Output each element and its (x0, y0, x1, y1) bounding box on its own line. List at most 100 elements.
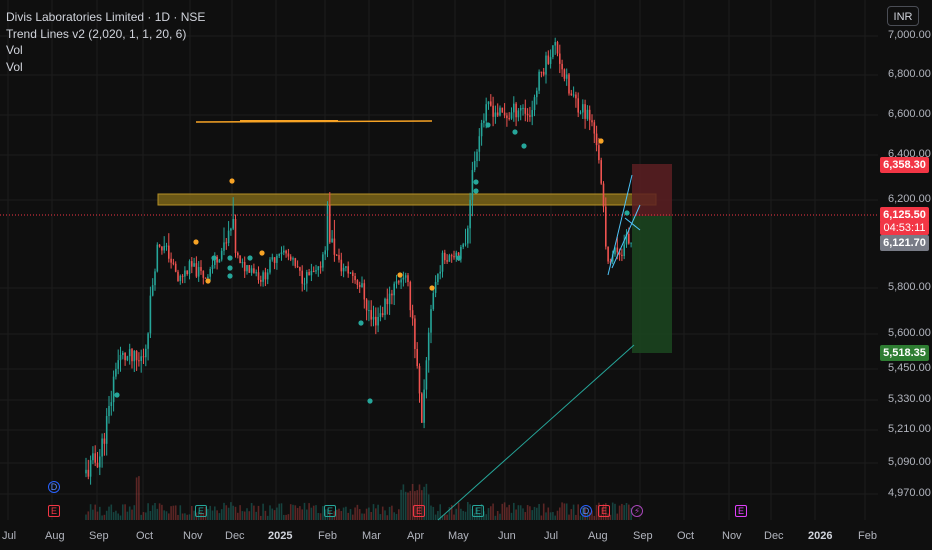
candle-body (191, 261, 193, 267)
volume-bar (280, 503, 283, 520)
candle-body (519, 107, 522, 111)
x-axis-label: Sep (89, 530, 109, 542)
volume-bar (250, 503, 253, 520)
candle-body (241, 262, 244, 264)
signal-dot (227, 255, 233, 261)
candle-body (285, 250, 287, 254)
volume-bar (264, 510, 267, 520)
candle-body (462, 244, 464, 247)
candle-body (427, 332, 430, 361)
candle-body (345, 266, 347, 268)
symbol-title[interactable]: Divis Laboratories Limited · 1D · NSE (6, 9, 205, 26)
candle-body (441, 252, 444, 272)
candle-body (262, 272, 264, 282)
candle-body (607, 246, 609, 262)
signal-dot (521, 143, 527, 149)
volume-bar (262, 503, 264, 520)
candle-body (340, 259, 343, 272)
volume-bar (487, 508, 490, 520)
candle-body (101, 438, 103, 457)
volume-bar (552, 512, 554, 520)
candle-body (331, 238, 333, 243)
candle-body (257, 272, 260, 280)
candle-body (377, 316, 379, 326)
volume-bar (303, 502, 306, 520)
candle-body (588, 109, 591, 121)
volume-bar (391, 505, 393, 520)
volume-bar (565, 503, 568, 520)
candle-body (506, 115, 508, 119)
candle-body (319, 266, 322, 268)
candle-body (306, 272, 308, 284)
profit-target-zone (632, 216, 672, 353)
candle-body (579, 112, 582, 114)
candle-body (126, 356, 129, 361)
volume-bar (395, 513, 398, 520)
earnings-marker[interactable]: E (598, 505, 610, 517)
volume-bar (142, 512, 145, 520)
volume-bar (317, 512, 320, 520)
volume-bar (522, 508, 524, 520)
candle-body (239, 255, 241, 264)
dividend-marker[interactable]: D (580, 505, 592, 517)
earnings-marker[interactable]: E (324, 505, 336, 517)
volume-bar (335, 509, 338, 520)
volume-bar (85, 514, 87, 520)
candle-body (179, 275, 182, 282)
indicator-label[interactable]: Trend Lines v2 (2,020, 1, 1, 20, 6) (6, 26, 205, 43)
currency-button[interactable]: INR (887, 6, 919, 26)
volume-bar (381, 506, 384, 520)
volume-label-2[interactable]: Vol (6, 59, 205, 76)
candle-body (184, 270, 186, 277)
candle-body (379, 313, 382, 317)
volume-bar (220, 509, 223, 520)
price-chart-canvas[interactable] (0, 0, 932, 550)
volume-label[interactable]: Vol (6, 42, 205, 59)
candle-body (409, 281, 412, 311)
volume-bar (276, 507, 278, 520)
candle-body (335, 254, 338, 256)
volume-bar (572, 504, 575, 520)
volume-bar (225, 505, 228, 520)
candle-body (404, 275, 407, 278)
volume-bar (506, 507, 508, 520)
candle-body (600, 160, 602, 184)
earnings-marker[interactable]: E (735, 505, 747, 517)
y-axis-label: 5,450.00 (888, 362, 931, 374)
volume-bar (285, 514, 287, 520)
volume-bar (89, 504, 92, 520)
volume-bar (135, 477, 138, 520)
volume-bar (540, 515, 543, 520)
volume-bar (352, 514, 354, 520)
volume-bar (365, 508, 368, 520)
volume-bar (526, 505, 529, 520)
x-axis-label: Apr (407, 530, 425, 542)
signal-dot (473, 179, 479, 185)
volume-bar (310, 507, 313, 520)
candle-body (207, 276, 209, 278)
candle-body (494, 112, 497, 117)
split-marker-icon[interactable]: ⚡ (631, 505, 643, 517)
x-axis-label: May (448, 530, 469, 542)
volume-bar (501, 503, 504, 520)
candle-body (253, 268, 255, 273)
x-axis-label: Sep (633, 530, 653, 542)
earnings-marker[interactable]: E (195, 505, 207, 517)
volume-bar (407, 492, 409, 520)
candle-body (303, 283, 306, 285)
volume-bar (230, 502, 232, 520)
earnings-marker[interactable]: E (472, 505, 484, 517)
stop-loss-zone (632, 164, 672, 216)
candle-body (115, 368, 117, 377)
volume-bar (289, 504, 292, 520)
volume-bar (577, 504, 579, 520)
volume-bar (294, 505, 297, 520)
volume-bar (174, 505, 177, 520)
y-axis-label: 6,600.00 (888, 108, 931, 120)
dividend-marker[interactable]: D (48, 481, 60, 493)
volume-bar (616, 513, 619, 520)
earnings-marker[interactable]: E (48, 505, 60, 517)
candle-body (149, 295, 152, 334)
candle-body (333, 238, 336, 255)
earnings-marker[interactable]: E (413, 505, 425, 517)
